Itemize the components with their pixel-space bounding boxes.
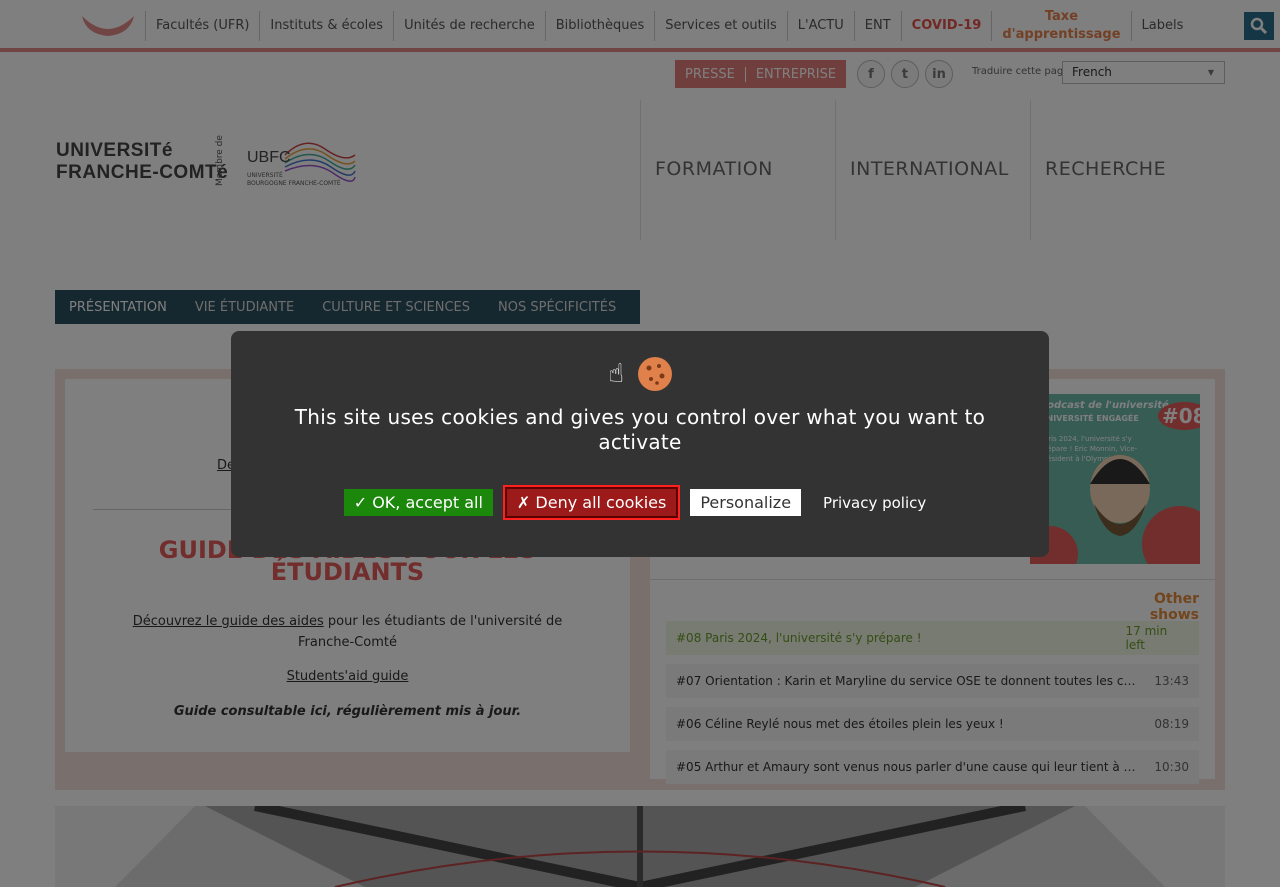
- accept-all-button[interactable]: ✓ OK, accept all: [343, 489, 493, 516]
- privacy-policy-link[interactable]: Privacy policy: [813, 490, 936, 516]
- cookie-chips-icon: [638, 358, 671, 390]
- cookie-consent-dialog: ☝ This site uses cookies and gives you c…: [231, 331, 1049, 557]
- cookie-icon: [637, 357, 672, 391]
- cookie-buttons: ✓ OK, accept all ✗ Deny all cookies Pers…: [231, 485, 1049, 520]
- cookie-message: This site uses cookies and gives you con…: [294, 405, 986, 454]
- hand-pointer-icon: ☝: [608, 359, 624, 389]
- cookie-icons: ☝: [231, 357, 1049, 391]
- deny-all-button[interactable]: ✗ Deny all cookies: [502, 485, 681, 520]
- personalize-button[interactable]: Personalize: [690, 489, 802, 516]
